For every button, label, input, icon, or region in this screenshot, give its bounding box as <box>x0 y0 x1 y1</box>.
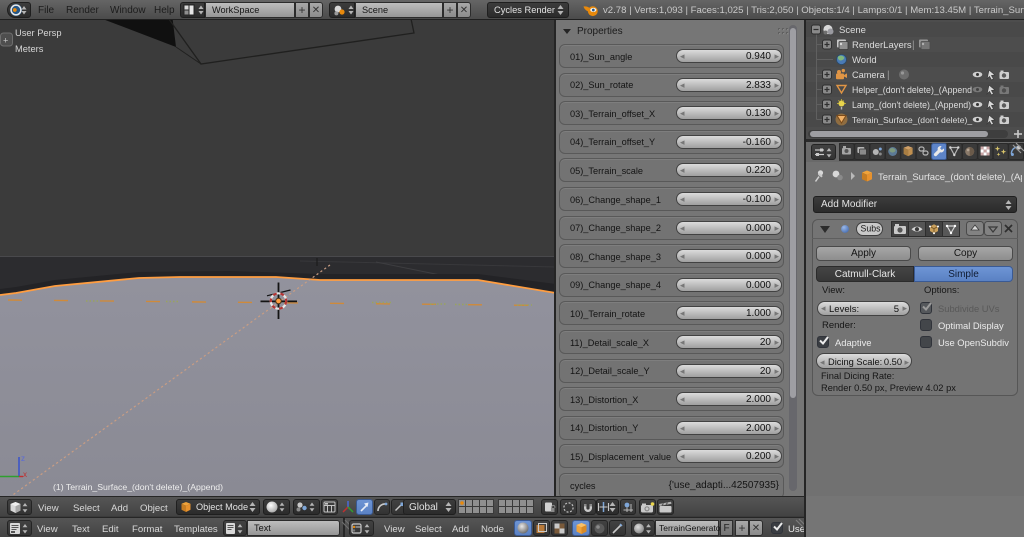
svg-text:(1) Terrain_Surface_(don't del: (1) Terrain_Surface_(don't delete)_(Appe… <box>53 482 223 492</box>
svg-text:Terrain_Surface_(don't delete): Terrain_Surface_(don't delete)_(App... <box>878 172 1022 183</box>
svg-text:|: | <box>912 40 915 51</box>
svg-text:z: z <box>21 454 25 463</box>
svg-text:Camera: Camera <box>852 70 886 80</box>
svg-text:Helper_(don't delete)_(Append: Helper_(don't delete)_(Append <box>852 85 972 95</box>
svg-text:Terrain_Surface_(don't delete): Terrain_Surface_(don't delete)_ <box>852 115 972 125</box>
svg-text:Subs: Subs <box>861 224 882 234</box>
svg-text:Lamp_(don't delete)_(Append): Lamp_(don't delete)_(Append) <box>852 100 971 110</box>
svg-text:Meters: Meters <box>15 44 44 54</box>
svg-text:|: | <box>887 70 890 81</box>
svg-text:x: x <box>23 470 27 479</box>
svg-text:World: World <box>852 55 877 66</box>
svg-text:Scene: Scene <box>839 25 866 36</box>
svg-text:User Persp: User Persp <box>15 28 62 38</box>
svg-text:+: + <box>3 36 8 46</box>
svg-text:RenderLayers: RenderLayers <box>852 40 912 51</box>
